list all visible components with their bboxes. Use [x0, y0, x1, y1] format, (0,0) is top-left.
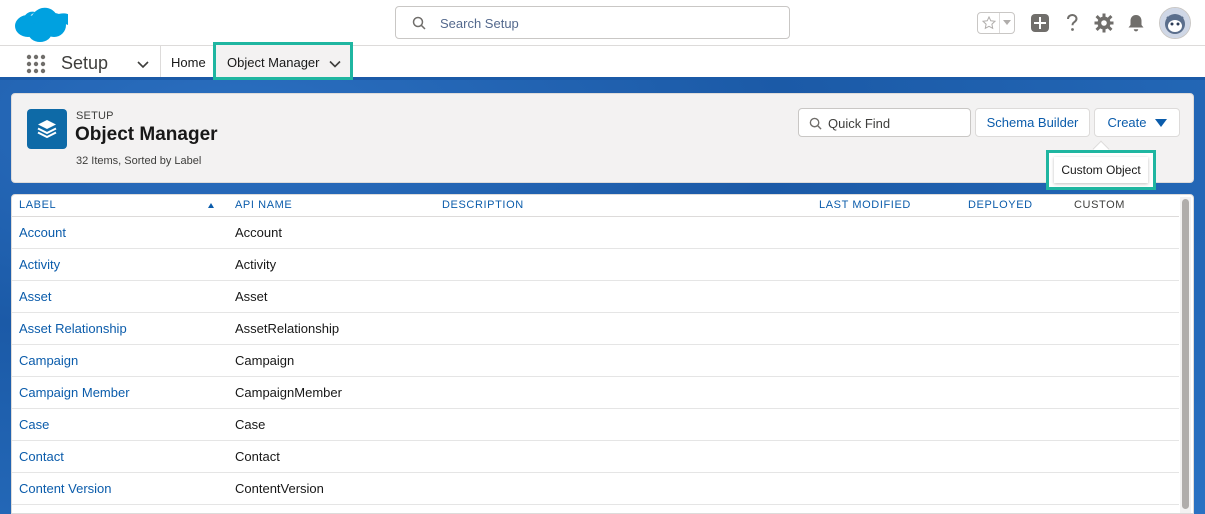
object-api-name: Account [228, 216, 435, 249]
table-row: Asset Relationship AssetRelationship [12, 312, 1179, 345]
schema-builder-button[interactable]: Schema Builder [975, 108, 1090, 137]
table-header-row: LABEL API NAME DESCRIPTION LAST MODIFIED… [12, 195, 1179, 217]
search-input[interactable] [440, 14, 770, 32]
objects-table-card: LABEL API NAME DESCRIPTION LAST MODIFIED… [11, 194, 1194, 514]
scrollbar-thumb[interactable] [1182, 199, 1189, 509]
nav-tab-object-manager[interactable]: Object Manager [213, 42, 353, 80]
object-label-link[interactable]: Campaign Member [12, 376, 228, 409]
notifications-bell-icon[interactable] [1123, 10, 1149, 36]
column-header-last-modified[interactable]: LAST MODIFIED [812, 195, 961, 217]
header-utility-icons [977, 7, 1191, 39]
object-api-name: Contact [228, 440, 435, 473]
object-label-link[interactable]: Activity [12, 248, 228, 281]
caret-down-icon [1154, 118, 1167, 127]
object-api-name: Campaign [228, 344, 435, 377]
salesforce-logo[interactable] [12, 6, 68, 44]
table-row: Case Case [12, 408, 1179, 441]
menu-item-custom-object[interactable]: Custom Object [1054, 157, 1148, 183]
column-header-label[interactable]: LABEL [12, 195, 228, 217]
add-icon[interactable] [1027, 10, 1053, 36]
nav-item-home[interactable]: Home [171, 55, 206, 70]
column-header-deployed[interactable]: DEPLOYED [961, 195, 1067, 217]
favorite-star-icon[interactable] [978, 13, 1000, 33]
column-header-description[interactable]: DESCRIPTION [435, 195, 812, 217]
sort-ascending-icon [208, 203, 214, 208]
quick-find-box[interactable] [798, 108, 971, 137]
object-api-name: Case [228, 408, 435, 441]
create-button-label: Create [1107, 115, 1147, 130]
object-label-link[interactable]: Content Version [12, 472, 228, 505]
app-nav-bar: Setup Home Object Manager [0, 42, 1205, 80]
favorites-control[interactable] [977, 12, 1015, 34]
search-icon [809, 117, 822, 130]
app-name: Setup [61, 53, 109, 73]
object-api-name: ContentVersion [228, 472, 435, 505]
table-row: Activity Activity [12, 248, 1179, 281]
table-row: Account Account [12, 216, 1179, 249]
object-api-name: Asset [228, 280, 435, 313]
table-row: Campaign Campaign [12, 344, 1179, 377]
column-header-custom: CUSTOM [1067, 195, 1179, 217]
create-button[interactable]: Create [1094, 108, 1180, 137]
object-label-link[interactable]: Campaign [12, 344, 228, 377]
table-scrollbar[interactable] [1180, 197, 1191, 513]
table-row: Content Version ContentVersion [12, 472, 1179, 505]
nav-tab-label: Object Manager [227, 55, 320, 70]
global-search[interactable] [395, 6, 790, 39]
object-label-link[interactable]: Asset [12, 280, 228, 313]
column-header-api-name[interactable]: API NAME [228, 195, 435, 217]
object-api-name: Activity [228, 248, 435, 281]
avatar-icon [1160, 8, 1190, 38]
item-count-summary: 32 Items, Sorted by Label [76, 155, 202, 167]
page-eyebrow: SETUP [76, 110, 114, 122]
object-api-name: CampaignMember [228, 376, 435, 409]
nav-divider [160, 46, 161, 77]
user-avatar[interactable] [1159, 7, 1191, 39]
setup-gear-icon[interactable] [1091, 10, 1117, 36]
help-icon[interactable] [1059, 10, 1085, 36]
object-label-link[interactable]: Asset Relationship [12, 312, 228, 345]
table-row: Asset Asset [12, 280, 1179, 313]
object-label-link[interactable]: Contact [12, 440, 228, 473]
table-row: Campaign Member CampaignMember [12, 376, 1179, 409]
object-label-link[interactable]: Account [12, 216, 228, 249]
objects-table: LABEL API NAME DESCRIPTION LAST MODIFIED… [12, 195, 1179, 505]
object-label-link[interactable]: Case [12, 408, 228, 441]
quick-find-input[interactable] [828, 115, 963, 132]
object-manager-header: SETUP Object Manager 32 Items, Sorted by… [11, 93, 1194, 183]
table-row: Contact Contact [12, 440, 1179, 473]
page-title: Object Manager [75, 124, 218, 145]
app-launcher-waffle-icon[interactable] [26, 54, 46, 74]
create-dropdown-menu: Custom Object [1046, 150, 1156, 190]
object-api-name: AssetRelationship [228, 312, 435, 345]
global-header [0, 0, 1205, 46]
object-manager-layers-icon [27, 109, 67, 149]
favorites-dropdown-icon[interactable] [1000, 13, 1014, 33]
search-icon [412, 16, 426, 30]
chevron-down-icon[interactable] [136, 57, 150, 71]
chevron-down-icon[interactable] [329, 58, 341, 70]
